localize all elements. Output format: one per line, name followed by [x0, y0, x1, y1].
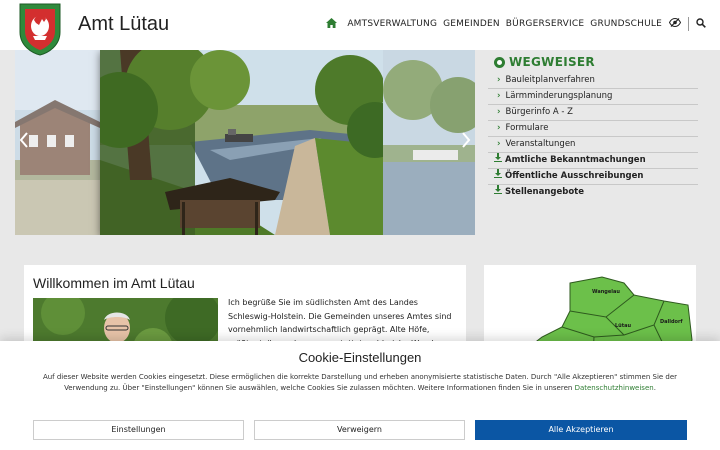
- cookie-title: Cookie-Einstellungen: [298, 350, 422, 365]
- nav-item-gemeinden[interactable]: GEMEINDEN: [443, 19, 500, 29]
- nav-item-grundschule[interactable]: GRUNDSCHULE: [590, 19, 662, 29]
- wegweiser-link[interactable]: › Bauleitplanverfahren: [488, 73, 698, 89]
- chevron-right-icon: ›: [497, 91, 501, 101]
- download-link[interactable]: Stellenangebote: [488, 185, 698, 201]
- home-icon[interactable]: [326, 17, 338, 31]
- download-icon: [494, 185, 502, 200]
- nav-item-buergerservice[interactable]: BÜRGERSERVICE: [506, 19, 584, 29]
- cookie-banner: Cookie-Einstellungen Auf dieser Website …: [0, 341, 720, 450]
- wegweiser-link-label: Bürgerinfo A - Z: [505, 107, 573, 117]
- welcome-heading: Willkommen im Amt Lütau: [33, 275, 195, 291]
- coat-of-arms-logo[interactable]: [18, 2, 62, 56]
- download-link-label: Amtliche Bekanntmachungen: [505, 155, 646, 165]
- chevron-right-icon: ›: [497, 75, 501, 85]
- cookie-text: Auf dieser Website werden Cookies einges…: [30, 372, 690, 394]
- nav-divider: [688, 17, 689, 31]
- wegweiser-link-label: Formulare: [505, 123, 549, 133]
- chevron-right-icon: ›: [497, 139, 501, 149]
- chevron-right-icon: ›: [497, 107, 501, 117]
- wegweiser-link[interactable]: › Veranstaltungen: [488, 137, 698, 153]
- cookie-settings-button[interactable]: Einstellungen: [33, 420, 244, 440]
- map-label-wangelau: Wangelau: [592, 289, 620, 295]
- wegweiser-link[interactable]: › Formulare: [488, 121, 698, 137]
- download-icon: [494, 169, 502, 184]
- download-icon: [494, 153, 502, 168]
- wegweiser-list: › Bauleitplanverfahren › Lärmminderungspla…: [488, 73, 698, 201]
- wegweiser-title: WEGWEISER: [488, 55, 698, 69]
- map-label-dalldorf: Dalldorf: [660, 319, 683, 325]
- wegweiser-link[interactable]: › Bürgerinfo A - Z: [488, 105, 698, 121]
- wegweiser-link[interactable]: › Lärmminderungsplanung: [488, 89, 698, 105]
- chevron-right-icon: ›: [497, 123, 501, 133]
- cookie-text-suffix: .: [653, 384, 656, 392]
- download-link[interactable]: Öffentliche Ausschreibungen: [488, 169, 698, 185]
- hero-section: WEGWEISER › Bauleitplanverfahren › Lärmmin…: [0, 50, 720, 248]
- wegweiser-link-label: Bauleitplanverfahren: [505, 75, 595, 85]
- image-slider[interactable]: [15, 50, 475, 235]
- main-navigation: AMTSVERWALTUNG GEMEINDEN BÜRGERSERVICE G…: [326, 17, 706, 31]
- slide-image-canal: [100, 50, 383, 235]
- page: Amt Lütau AMTSVERWALTUNG GEMEINDEN BÜRGE…: [0, 0, 720, 450]
- map-label-luetau: Lütau: [615, 323, 632, 329]
- cookie-accept-all-button[interactable]: Alle Akzeptieren: [475, 420, 687, 440]
- chevron-left-icon[interactable]: [19, 132, 29, 153]
- site-header: Amt Lütau AMTSVERWALTUNG GEMEINDEN BÜRGE…: [0, 0, 720, 56]
- download-link[interactable]: Amtliche Bekanntmachungen: [488, 153, 698, 169]
- privacy-link[interactable]: Datenschutzhinweisen: [575, 384, 654, 392]
- download-link-label: Öffentliche Ausschreibungen: [505, 171, 644, 181]
- search-icon[interactable]: [696, 17, 706, 31]
- eye-slash-icon[interactable]: [668, 17, 682, 30]
- wegweiser-link-label: Veranstaltungen: [505, 139, 576, 149]
- signpost-icon: [494, 56, 505, 68]
- download-link-label: Stellenangebote: [505, 187, 584, 197]
- nav-item-amtsverwaltung[interactable]: AMTSVERWALTUNG: [347, 19, 437, 29]
- cookie-decline-button[interactable]: Verweigern: [254, 420, 465, 440]
- wegweiser-panel: WEGWEISER › Bauleitplanverfahren › Lärmmin…: [488, 50, 698, 201]
- wegweiser-link-label: Lärmminderungsplanung: [505, 91, 613, 101]
- site-title[interactable]: Amt Lütau: [78, 13, 169, 36]
- chevron-right-icon[interactable]: [461, 132, 471, 153]
- wegweiser-title-text: WEGWEISER: [509, 55, 595, 69]
